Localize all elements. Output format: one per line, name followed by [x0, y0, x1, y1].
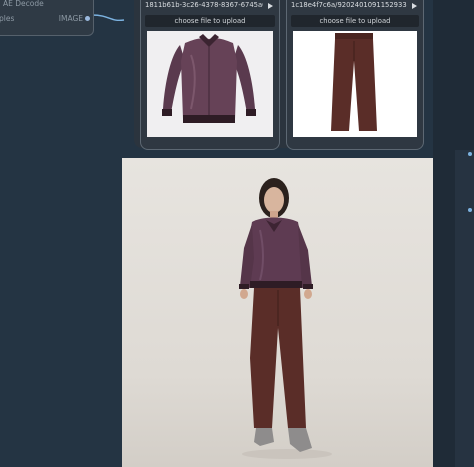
image-output-label: IMAGE [58, 14, 83, 23]
next-file-arrow-icon[interactable] [412, 3, 417, 9]
image-filename-row[interactable]: 1811b61b-3c26-4378-8367-6745a60c73/20231… [141, 1, 279, 13]
choose-file-button[interactable]: choose file to upload [145, 15, 275, 27]
node-link-socket[interactable] [468, 152, 472, 156]
load-image-node-jacket[interactable]: 1811b61b-3c26-4378-8367-6745a60c73/20231… [140, 0, 280, 150]
image-filename: 1c18e4f7c6a/9202401091152933 (1).webp [291, 1, 407, 9]
vae-decode-node[interactable]: AE Decode ples IMAGE [0, 0, 94, 36]
choose-file-button[interactable]: choose file to upload [291, 15, 419, 27]
node-title: AE Decode [3, 0, 44, 8]
load-image-node-trousers[interactable]: 1c18e4f7c6a/9202401091152933 (1).webp ch… [286, 0, 424, 150]
jacket-image [162, 34, 256, 123]
image-filename-row[interactable]: 1c18e4f7c6a/9202401091152933 (1).webp [287, 1, 423, 13]
image-filename: 1811b61b-3c26-4378-8367-6745a60c73/20231… [145, 1, 263, 9]
output-image-preview [122, 158, 433, 467]
jacket-image-preview [147, 31, 273, 137]
trousers-image-preview [293, 31, 417, 137]
next-file-arrow-icon[interactable] [268, 3, 273, 9]
samples-input-label: ples [0, 14, 15, 23]
adjacent-node-edge[interactable] [455, 150, 474, 467]
image-output-socket[interactable] [85, 16, 90, 21]
node-link-socket[interactable] [468, 208, 472, 212]
trousers-image [331, 33, 377, 131]
model-figure [239, 178, 332, 459]
